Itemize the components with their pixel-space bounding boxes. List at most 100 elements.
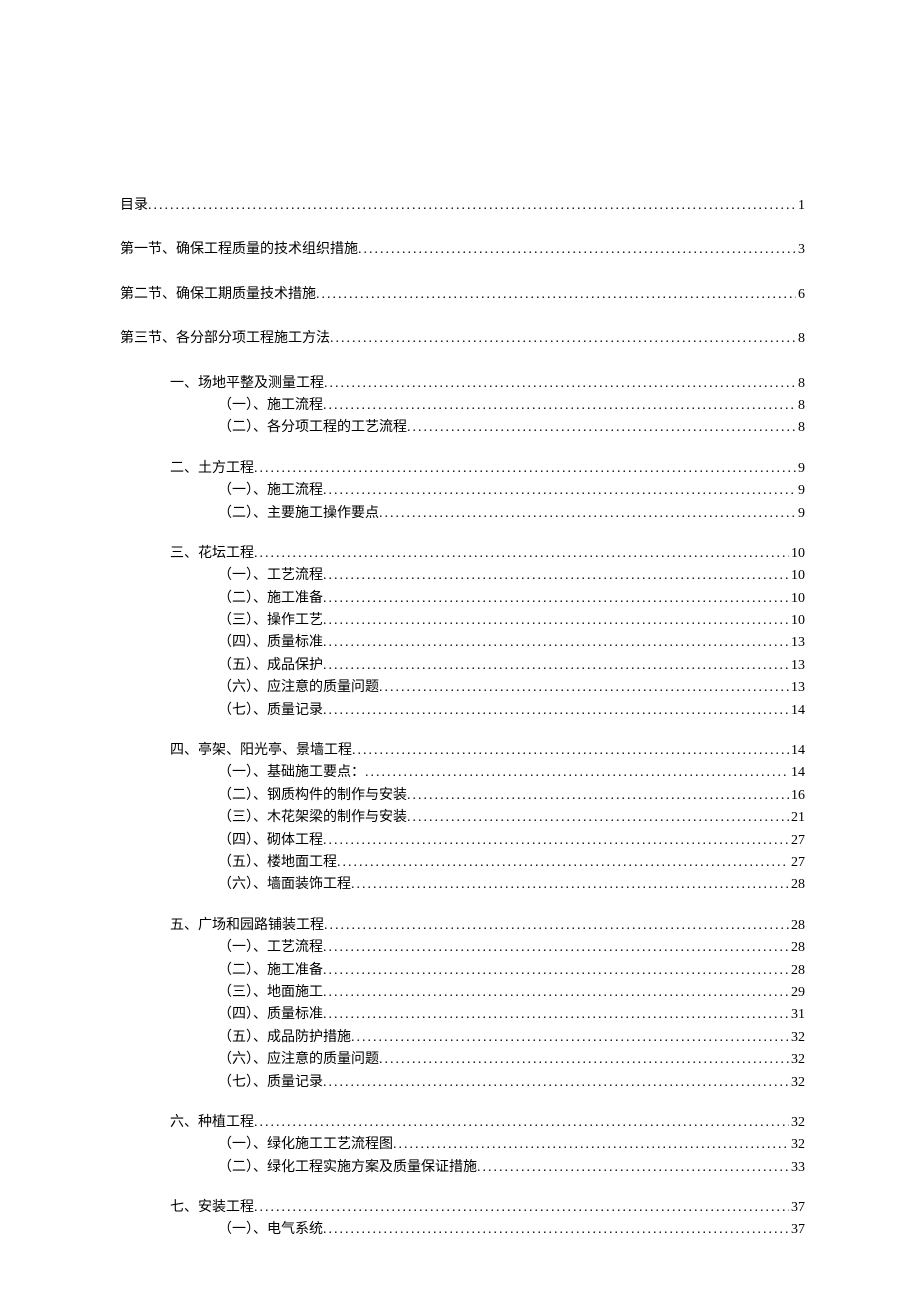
toc-label: 第一节、确保工程质量的技术组织措施 bbox=[120, 239, 358, 261]
toc-entry: 目录 1 bbox=[120, 195, 805, 217]
toc-label: （三）、操作工艺 bbox=[218, 610, 323, 632]
toc-dots bbox=[323, 937, 789, 959]
toc-page-number: 33 bbox=[789, 1157, 805, 1179]
toc-page-number: 28 bbox=[789, 960, 805, 982]
toc-page-number: 10 bbox=[789, 565, 805, 587]
toc-label: （二）、绿化工程实施方案及质量保证措施 bbox=[218, 1157, 477, 1179]
toc-page-number: 8 bbox=[796, 328, 805, 350]
toc-label: （一）、施工流程 bbox=[218, 480, 323, 502]
toc-entry: 一、场地平整及测量工程8 bbox=[120, 373, 805, 395]
toc-page-number: 14 bbox=[789, 700, 805, 722]
toc-entry: （一）、工艺流程10 bbox=[120, 565, 805, 587]
toc-dots bbox=[324, 373, 796, 395]
toc-page-number: 32 bbox=[789, 1134, 805, 1156]
toc-entry: （四）、质量标准 31 bbox=[120, 1004, 805, 1026]
toc-label: （三）、木花架梁的制作与安装 bbox=[218, 807, 407, 829]
toc-dots bbox=[407, 417, 796, 439]
toc-page-number: 8 bbox=[796, 395, 805, 417]
toc-page-number: 16 bbox=[789, 785, 805, 807]
toc-label: （二）、主要施工操作要点 bbox=[218, 503, 379, 525]
toc-page-number: 13 bbox=[789, 655, 805, 677]
toc-dots bbox=[323, 1004, 789, 1026]
toc-page-number: 31 bbox=[789, 1004, 805, 1026]
toc-entry: （六）、应注意的质量问题 32 bbox=[120, 1049, 805, 1071]
toc-dots bbox=[330, 328, 796, 350]
toc-label: 目录 bbox=[120, 195, 148, 217]
toc-label: （三）、地面施工 bbox=[218, 982, 323, 1004]
toc-dots bbox=[351, 874, 789, 896]
table-of-contents: 目录1第一节、确保工程质量的技术组织措施3第二节、确保工期质量技术措施6第三节、… bbox=[120, 195, 805, 1242]
toc-label: （四）、砌体工程 bbox=[218, 830, 323, 852]
toc-label: （二）、施工准备 bbox=[218, 588, 323, 610]
toc-entry: （一）、施工流程 8 bbox=[120, 395, 805, 417]
toc-page-number: 28 bbox=[789, 874, 805, 896]
toc-entry: （二）、钢质构件的制作与安装 16 bbox=[120, 785, 805, 807]
toc-dots bbox=[407, 785, 789, 807]
toc-page-number: 9 bbox=[796, 480, 805, 502]
toc-dots bbox=[323, 565, 789, 587]
toc-entry: （七）、质量记录32 bbox=[120, 1072, 805, 1094]
toc-entry: （二）、主要施工操作要点 9 bbox=[120, 503, 805, 525]
toc-dots bbox=[254, 543, 789, 565]
toc-entry: （一）、施工流程 9 bbox=[120, 480, 805, 502]
toc-label: （六）、墙面装饰工程 bbox=[218, 874, 351, 896]
toc-page-number: 6 bbox=[796, 284, 805, 306]
toc-dots bbox=[393, 1134, 789, 1156]
toc-page-number: 10 bbox=[789, 543, 805, 565]
toc-page-number: 21 bbox=[789, 807, 805, 829]
toc-dots bbox=[254, 1112, 789, 1134]
toc-label: （六）、应注意的质量问题 bbox=[218, 677, 379, 699]
toc-label: 四、亭架、阳光亭、景墙工程 bbox=[170, 740, 352, 762]
toc-entry: （二）、施工准备 28 bbox=[120, 960, 805, 982]
toc-page-number: 10 bbox=[789, 610, 805, 632]
toc-entry: （一）、绿化施工工艺流程图 32 bbox=[120, 1134, 805, 1156]
toc-label: （二）、施工准备 bbox=[218, 960, 323, 982]
toc-page-number: 14 bbox=[789, 740, 805, 762]
toc-page-number: 1 bbox=[796, 195, 805, 217]
toc-entry: （四）、质量标准13 bbox=[120, 632, 805, 654]
toc-dots bbox=[324, 915, 789, 937]
toc-label: （六）、应注意的质量问题 bbox=[218, 1049, 379, 1071]
toc-dots bbox=[323, 610, 789, 632]
toc-dots bbox=[352, 740, 789, 762]
toc-entry: 五、广场和园路铺装工程28 bbox=[120, 915, 805, 937]
toc-label: 三、花坛工程 bbox=[170, 543, 254, 565]
toc-label: （一）、施工流程 bbox=[218, 395, 323, 417]
toc-dots bbox=[254, 1197, 789, 1219]
toc-label: 七、安装工程 bbox=[170, 1197, 254, 1219]
toc-label: （一）、绿化施工工艺流程图 bbox=[218, 1134, 393, 1156]
toc-entry: （七）、质量记录14 bbox=[120, 700, 805, 722]
toc-entry: （二）、绿化工程实施方案及质量保证措施 33 bbox=[120, 1157, 805, 1179]
toc-page-number: 9 bbox=[796, 503, 805, 525]
toc-label: （四）、质量标准 bbox=[218, 1004, 323, 1026]
toc-label: （五）、成品防护措施 bbox=[218, 1027, 351, 1049]
toc-page-number: 29 bbox=[789, 982, 805, 1004]
toc-dots bbox=[379, 1049, 789, 1071]
toc-page-number: 8 bbox=[796, 417, 805, 439]
toc-dots bbox=[323, 982, 789, 1004]
toc-label: （一）、工艺流程 bbox=[218, 937, 323, 959]
toc-page-number: 32 bbox=[789, 1027, 805, 1049]
toc-entry: （四）、砌体工程27 bbox=[120, 830, 805, 852]
toc-page-number: 32 bbox=[789, 1049, 805, 1071]
toc-label: 六、种植工程 bbox=[170, 1112, 254, 1134]
toc-label: （二）、钢质构件的制作与安装 bbox=[218, 785, 407, 807]
toc-label: 第二节、确保工期质量技术措施 bbox=[120, 284, 316, 306]
toc-label: （二）、各分项工程的工艺流程 bbox=[218, 417, 407, 439]
toc-page-number: 28 bbox=[789, 937, 805, 959]
toc-entry: （三）、操作工艺 10 bbox=[120, 610, 805, 632]
toc-entry: 第三节、各分部分项工程施工方法8 bbox=[120, 328, 805, 350]
toc-page-number: 27 bbox=[789, 852, 805, 874]
toc-dots bbox=[351, 1027, 789, 1049]
toc-label: （一）、电气系统 bbox=[218, 1219, 323, 1241]
toc-dots bbox=[254, 458, 796, 480]
toc-label: 五、广场和园路铺装工程 bbox=[170, 915, 324, 937]
toc-dots bbox=[323, 480, 796, 502]
toc-entry: （一）、电气系统37 bbox=[120, 1219, 805, 1241]
toc-page-number: 10 bbox=[789, 588, 805, 610]
toc-dots bbox=[358, 239, 796, 261]
toc-dots bbox=[407, 807, 789, 829]
toc-entry: 二、土方工程9 bbox=[120, 458, 805, 480]
toc-dots bbox=[337, 852, 789, 874]
toc-dots bbox=[323, 395, 796, 417]
